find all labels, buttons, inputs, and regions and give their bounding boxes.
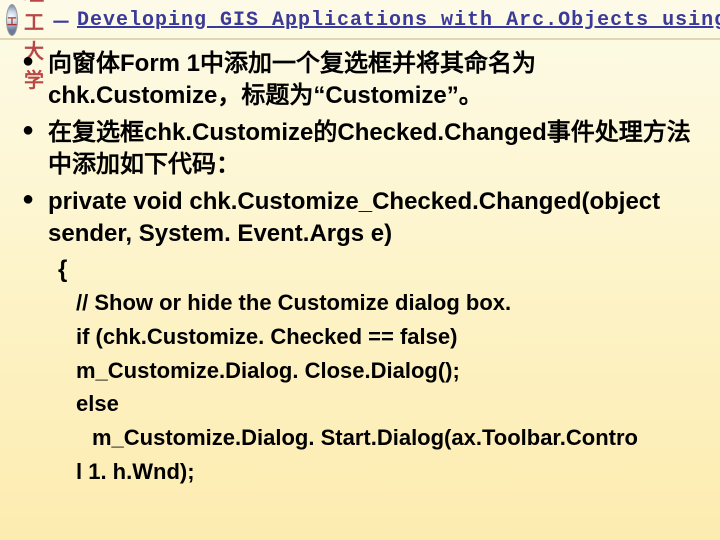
slide-content: 向窗体Form 1中添加一个复选框并将其命名为chk.Customize，标题为… [20,48,712,490]
slide: 工 西理工大学 － Developing GIS Applications wi… [0,0,720,540]
bullet-1-text: 向窗体Form 1中添加一个复选框并将其命名为chk.Customize，标题为… [48,50,536,109]
bullet-item-3: private void chk.Customize_Checked.Chang… [20,186,712,251]
code-open-brace: { [20,254,712,286]
bullet-item-2: 在复选框chk.Customize的Checked.Changed事件处理方法中… [20,117,712,182]
bullet-item-1: 向窗体Form 1中添加一个复选框并将其命名为chk.Customize，标题为… [20,48,712,113]
code-block: // Show or hide the Customize dialog box… [20,287,712,488]
code-line-start: m_Customize.Dialog. Start.Dialog(ax.Tool… [76,422,712,454]
bullet-2-text: 在复选框chk.Customize的Checked.Changed事件处理方法中… [48,119,691,178]
header-bar: 工 西理工大学 － Developing GIS Applications wi… [0,2,720,40]
code-line-if: if (chk.Customize. Checked == false) [76,321,712,353]
code-line-close: m_Customize.Dialog. Close.Dialog(); [76,355,712,387]
header-separator: － [51,6,71,35]
code-line-start-cont: l 1. h.Wnd); [76,456,712,488]
code-line-else: else [76,388,712,420]
code-line-comment: // Show or hide the Customize dialog box… [76,287,712,319]
university-logo-icon: 工 [6,4,18,36]
course-title: Developing GIS Applications with Arc.Obj… [77,9,720,32]
bullet-3-text: private void chk.Customize_Checked.Chang… [48,188,660,247]
